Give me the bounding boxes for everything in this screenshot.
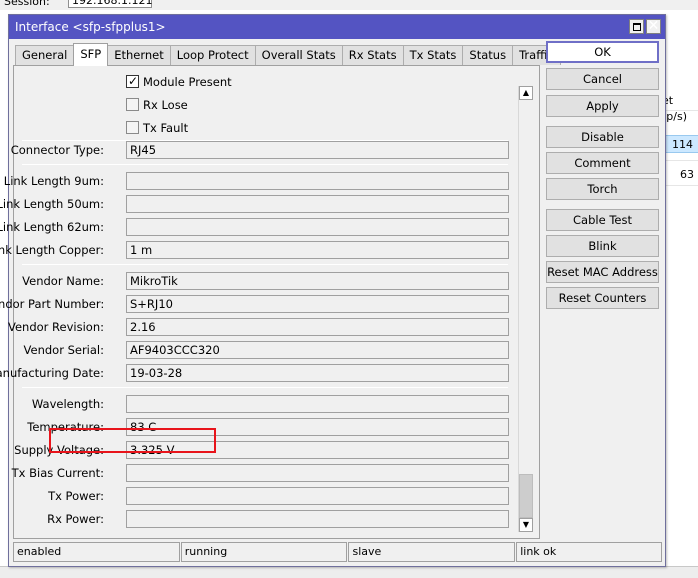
ok-button[interactable]: OK [546, 41, 659, 63]
tx-bias-current-field[interactable] [126, 464, 509, 482]
tx-fault-checkbox[interactable] [126, 121, 139, 134]
link-length-50um-label: Link Length 50um: [0, 197, 104, 211]
grid-line [666, 110, 698, 111]
link-length-9um-field[interactable] [126, 172, 509, 190]
session-label: Session: [4, 0, 50, 8]
vendor-part-number-label: Vendor Part Number: [0, 297, 105, 311]
wavelength-field[interactable] [126, 395, 509, 413]
manufacturing-date-label: Manufacturing Date: [0, 366, 104, 380]
apply-button[interactable]: Apply [546, 95, 659, 117]
dialog-status-bar: enabled running slave link ok [13, 542, 663, 562]
tab-sfp[interactable]: SFP [73, 43, 109, 66]
torch-button[interactable]: Torch [546, 178, 659, 200]
tx-power-label: Tx Power: [48, 489, 104, 503]
tab-ethernet[interactable]: Ethernet [107, 45, 171, 65]
manufacturing-date-field[interactable]: 19-03-28 [126, 364, 509, 382]
rx-lose-checkbox[interactable] [126, 98, 139, 111]
link-length-copper-field[interactable]: 1 m [126, 241, 509, 259]
dialog-title: Interface <sfp-sfpplus1> [15, 20, 166, 34]
module-present-checkbox[interactable]: ✓ [126, 74, 139, 88]
link-length-copper-label: Link Length Copper: [0, 243, 104, 257]
vendor-revision-label: Vendor Revision: [8, 320, 104, 334]
separator [22, 264, 508, 265]
separator [22, 164, 508, 165]
table-cell-value: 63 [680, 168, 694, 181]
rx-power-label: Rx Power: [47, 512, 104, 526]
sfp-tab-panel: ✓ Module Present Rx Lose Tx Fault Connec… [0, 65, 540, 539]
vendor-serial-field[interactable]: AF9403CCC320 [126, 341, 509, 359]
session-field[interactable]: 192.168.1.121 [68, 0, 152, 8]
restore-button[interactable] [629, 19, 644, 34]
tab-loop-protect[interactable]: Loop Protect [169, 45, 256, 65]
close-icon: ✕ [647, 18, 660, 34]
cancel-button[interactable]: Cancel [546, 68, 659, 90]
status-link: link ok [516, 542, 662, 562]
close-button[interactable]: ✕ [646, 18, 661, 34]
vendor-name-field[interactable]: MikroTik [126, 272, 509, 290]
connector-type-field[interactable]: RJ45 [126, 141, 509, 159]
wavelength-label: Wavelength: [31, 397, 104, 411]
tx-power-field[interactable] [126, 487, 509, 505]
grid-line [666, 185, 698, 186]
tab-bar: General SFP Ethernet Loop Protect Overal… [15, 43, 561, 66]
separator [22, 387, 508, 388]
interface-dialog: Interface <sfp-sfpplus1> ✕ General SFP E… [0, 14, 666, 567]
rx-power-field[interactable] [126, 510, 509, 528]
vendor-revision-field[interactable]: 2.16 [126, 318, 509, 336]
scroll-down-arrow-icon[interactable]: ▼ [519, 518, 533, 532]
link-length-9um-label: Link Length 9um: [3, 174, 104, 188]
status-role: slave [348, 542, 516, 562]
background-status-bar [0, 566, 698, 578]
tx-fault-label: Tx Fault [143, 121, 189, 135]
background-toolbar: Session: 192.168.1.121 [0, 0, 698, 10]
checkmark-icon: ✓ [128, 74, 139, 88]
tab-overall-stats[interactable]: Overall Stats [254, 45, 343, 65]
temperature-highlight-box [49, 428, 216, 453]
table-cell-value: 114 [672, 138, 693, 151]
vertical-scrollbar[interactable]: ▲ ▼ [518, 86, 533, 532]
vendor-name-label: Vendor Name: [22, 274, 104, 288]
status-enabled: enabled [13, 542, 180, 562]
scroll-up-arrow-icon[interactable]: ▲ [519, 86, 533, 100]
comment-button[interactable]: Comment [546, 152, 659, 174]
disable-button[interactable]: Disable [546, 126, 659, 148]
status-running: running [180, 542, 348, 562]
link-length-62um-field[interactable] [126, 218, 509, 236]
tx-bias-current-label: Tx Bias Current: [11, 466, 104, 480]
grid-line [666, 160, 698, 161]
cable-test-button[interactable]: Cable Test [546, 209, 659, 231]
reset-counters-button[interactable]: Reset Counters [546, 287, 659, 309]
connector-type-label: Connector Type: [10, 143, 104, 157]
tab-rx-stats[interactable]: Rx Stats [341, 45, 404, 65]
restore-icon [633, 23, 641, 31]
vendor-serial-label: Vendor Serial: [23, 343, 104, 357]
rx-lose-label: Rx Lose [143, 98, 188, 112]
blink-button[interactable]: Blink [546, 235, 659, 257]
tab-general[interactable]: General [15, 45, 75, 65]
link-length-50um-field[interactable] [126, 195, 509, 213]
reset-mac-address-button[interactable]: Reset MAC Address [546, 261, 659, 283]
tab-tx-stats[interactable]: Tx Stats [402, 45, 464, 65]
dialog-titlebar[interactable]: Interface <sfp-sfpplus1> ✕ [9, 15, 665, 39]
link-length-62um-label: Link Length 62um: [0, 220, 104, 234]
module-present-label: Module Present [143, 75, 232, 89]
tab-status[interactable]: Status [462, 45, 514, 65]
vendor-part-number-field[interactable]: S+RJ10 [126, 295, 509, 313]
scrollbar-thumb[interactable] [519, 474, 533, 518]
